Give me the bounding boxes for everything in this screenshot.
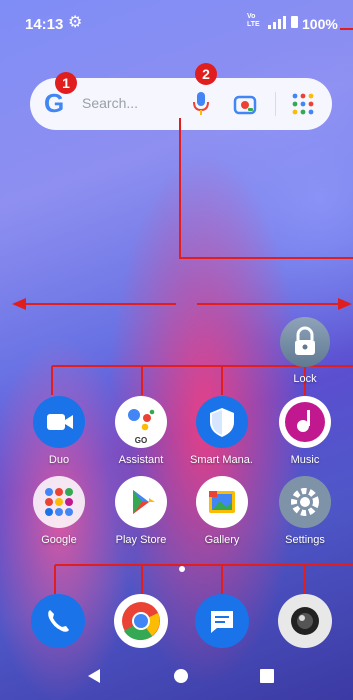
page-indicator bbox=[179, 566, 185, 572]
music-icon[interactable] bbox=[279, 396, 331, 448]
back-icon[interactable] bbox=[86, 668, 102, 684]
app-duo[interactable]: Duo bbox=[27, 396, 91, 466]
shield-icon[interactable] bbox=[196, 396, 248, 448]
app-gallery[interactable]: Gallery bbox=[190, 476, 254, 546]
app-smart-manager[interactable]: Smart Mana... bbox=[190, 396, 254, 466]
app-label: Google bbox=[41, 534, 77, 546]
lock-label: Lock bbox=[293, 373, 317, 385]
play-store-icon[interactable] bbox=[115, 476, 167, 528]
navigation-bar bbox=[0, 652, 353, 700]
recents-icon[interactable] bbox=[260, 669, 274, 683]
dock-camera[interactable] bbox=[273, 594, 337, 648]
app-settings[interactable]: Settings bbox=[273, 476, 337, 546]
home-screen: 14:13 ⚙ Vo LTE 100% G Search... 1 2 Lock… bbox=[0, 0, 353, 700]
assistant-icon[interactable]: GO bbox=[115, 396, 167, 448]
app-label: Gallery bbox=[204, 534, 240, 546]
app-music[interactable]: Music bbox=[273, 396, 337, 466]
lock-shortcut[interactable]: Lock bbox=[273, 317, 337, 385]
duo-icon[interactable] bbox=[33, 396, 85, 448]
dock-chrome[interactable] bbox=[109, 594, 173, 648]
settings-icon[interactable] bbox=[279, 476, 331, 528]
app-assistant[interactable]: GO Assistant bbox=[109, 396, 173, 466]
lock-icon[interactable] bbox=[280, 317, 330, 367]
chrome-icon[interactable] bbox=[114, 594, 168, 648]
app-label: Settings bbox=[285, 534, 325, 546]
google-folder-icon[interactable] bbox=[33, 476, 85, 528]
phone-icon[interactable] bbox=[31, 594, 85, 648]
dock-messages[interactable] bbox=[190, 594, 254, 648]
app-google-folder[interactable]: Google bbox=[27, 476, 91, 546]
dock-phone[interactable] bbox=[26, 594, 90, 648]
messages-icon[interactable] bbox=[195, 594, 249, 648]
camera-icon[interactable] bbox=[278, 594, 332, 648]
app-label: Play Store bbox=[115, 534, 167, 546]
app-label: Duo bbox=[48, 454, 70, 466]
gallery-icon[interactable] bbox=[196, 476, 248, 528]
app-label: Assistant bbox=[118, 454, 164, 466]
app-play-store[interactable]: Play Store bbox=[109, 476, 173, 546]
app-label: Smart Mana... bbox=[190, 454, 254, 466]
home-icon[interactable] bbox=[173, 668, 189, 684]
app-label: Music bbox=[290, 454, 320, 466]
assistant-go-text: GO bbox=[135, 436, 147, 445]
